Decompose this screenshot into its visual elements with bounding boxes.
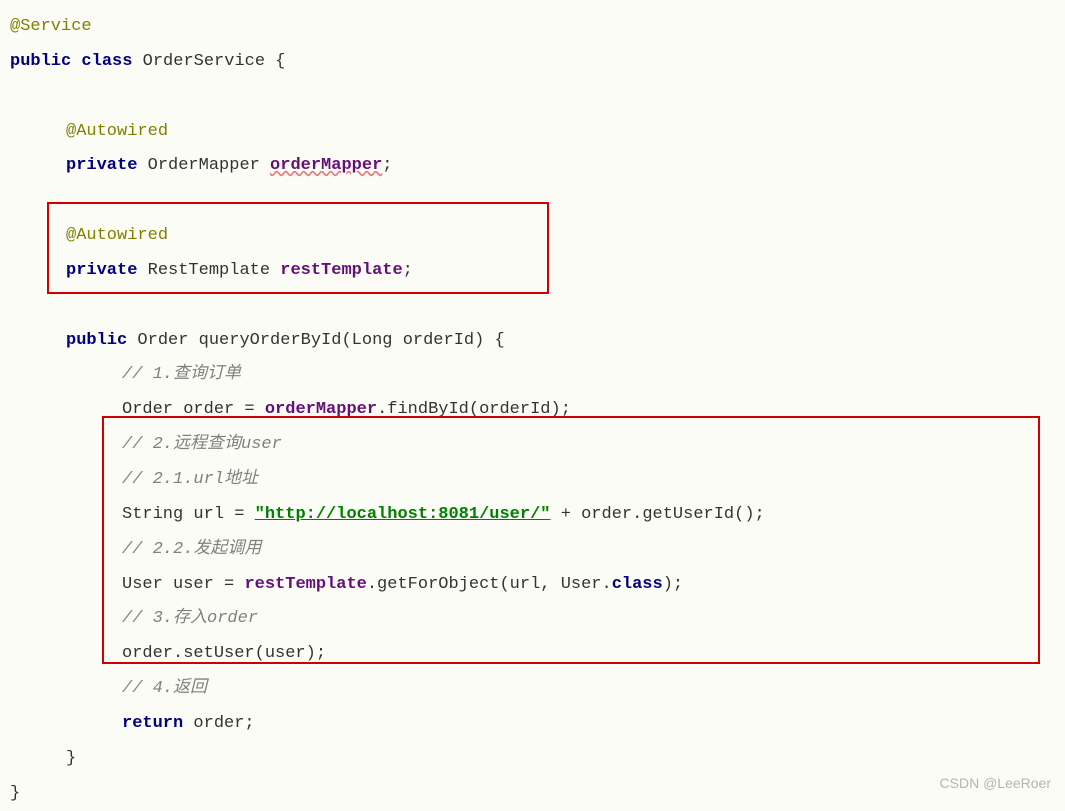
code-line: // 1.查询订单 (10, 358, 1055, 393)
code-line: User user = restTemplate.getForObject(ur… (10, 568, 1055, 603)
code-line: // 4.返回 (10, 672, 1055, 707)
code-line: private OrderMapper orderMapper; (10, 149, 1055, 184)
code-line: public Order queryOrderById(Long orderId… (10, 324, 1055, 359)
comment: // 1.查询订单 (122, 365, 241, 384)
watermark: CSDN @LeeRoer (940, 769, 1051, 798)
field-ordermapper: orderMapper (270, 156, 382, 175)
code-line: return order; (10, 707, 1055, 742)
annotation-autowired: @Autowired (66, 226, 168, 245)
blank-line (10, 289, 1055, 324)
code-line: String url = "http://localhost:8081/user… (10, 498, 1055, 533)
blank-line (10, 80, 1055, 115)
code-line: private RestTemplate restTemplate; (10, 254, 1055, 289)
code-line: @Service (10, 10, 1055, 45)
blank-line (10, 184, 1055, 219)
comment: // 2.2.发起调用 (122, 540, 261, 559)
code-line: order.setUser(user); (10, 637, 1055, 672)
code-line: Order order = orderMapper.findById(order… (10, 393, 1055, 428)
code-line: } (10, 777, 1055, 811)
code-block: @Service public class OrderService { @Au… (10, 10, 1055, 811)
comment: // 2.远程查询user (122, 435, 282, 454)
comment: // 3.存入order (122, 609, 258, 628)
comment: // 2.1.url地址 (122, 470, 258, 489)
code-line: } (10, 742, 1055, 777)
code-line: @Autowired (10, 115, 1055, 150)
code-line: // 3.存入order (10, 602, 1055, 637)
code-line: // 2.1.url地址 (10, 463, 1055, 498)
annotation-autowired: @Autowired (66, 122, 168, 141)
annotation-service: @Service (10, 17, 92, 36)
code-line: public class OrderService { (10, 45, 1055, 80)
code-line: @Autowired (10, 219, 1055, 254)
field-resttemplate: restTemplate (280, 261, 402, 280)
code-line: // 2.远程查询user (10, 428, 1055, 463)
url-string-literal: "http://localhost:8081/user/" (255, 505, 551, 524)
code-line: // 2.2.发起调用 (10, 533, 1055, 568)
comment: // 4.返回 (122, 679, 207, 698)
